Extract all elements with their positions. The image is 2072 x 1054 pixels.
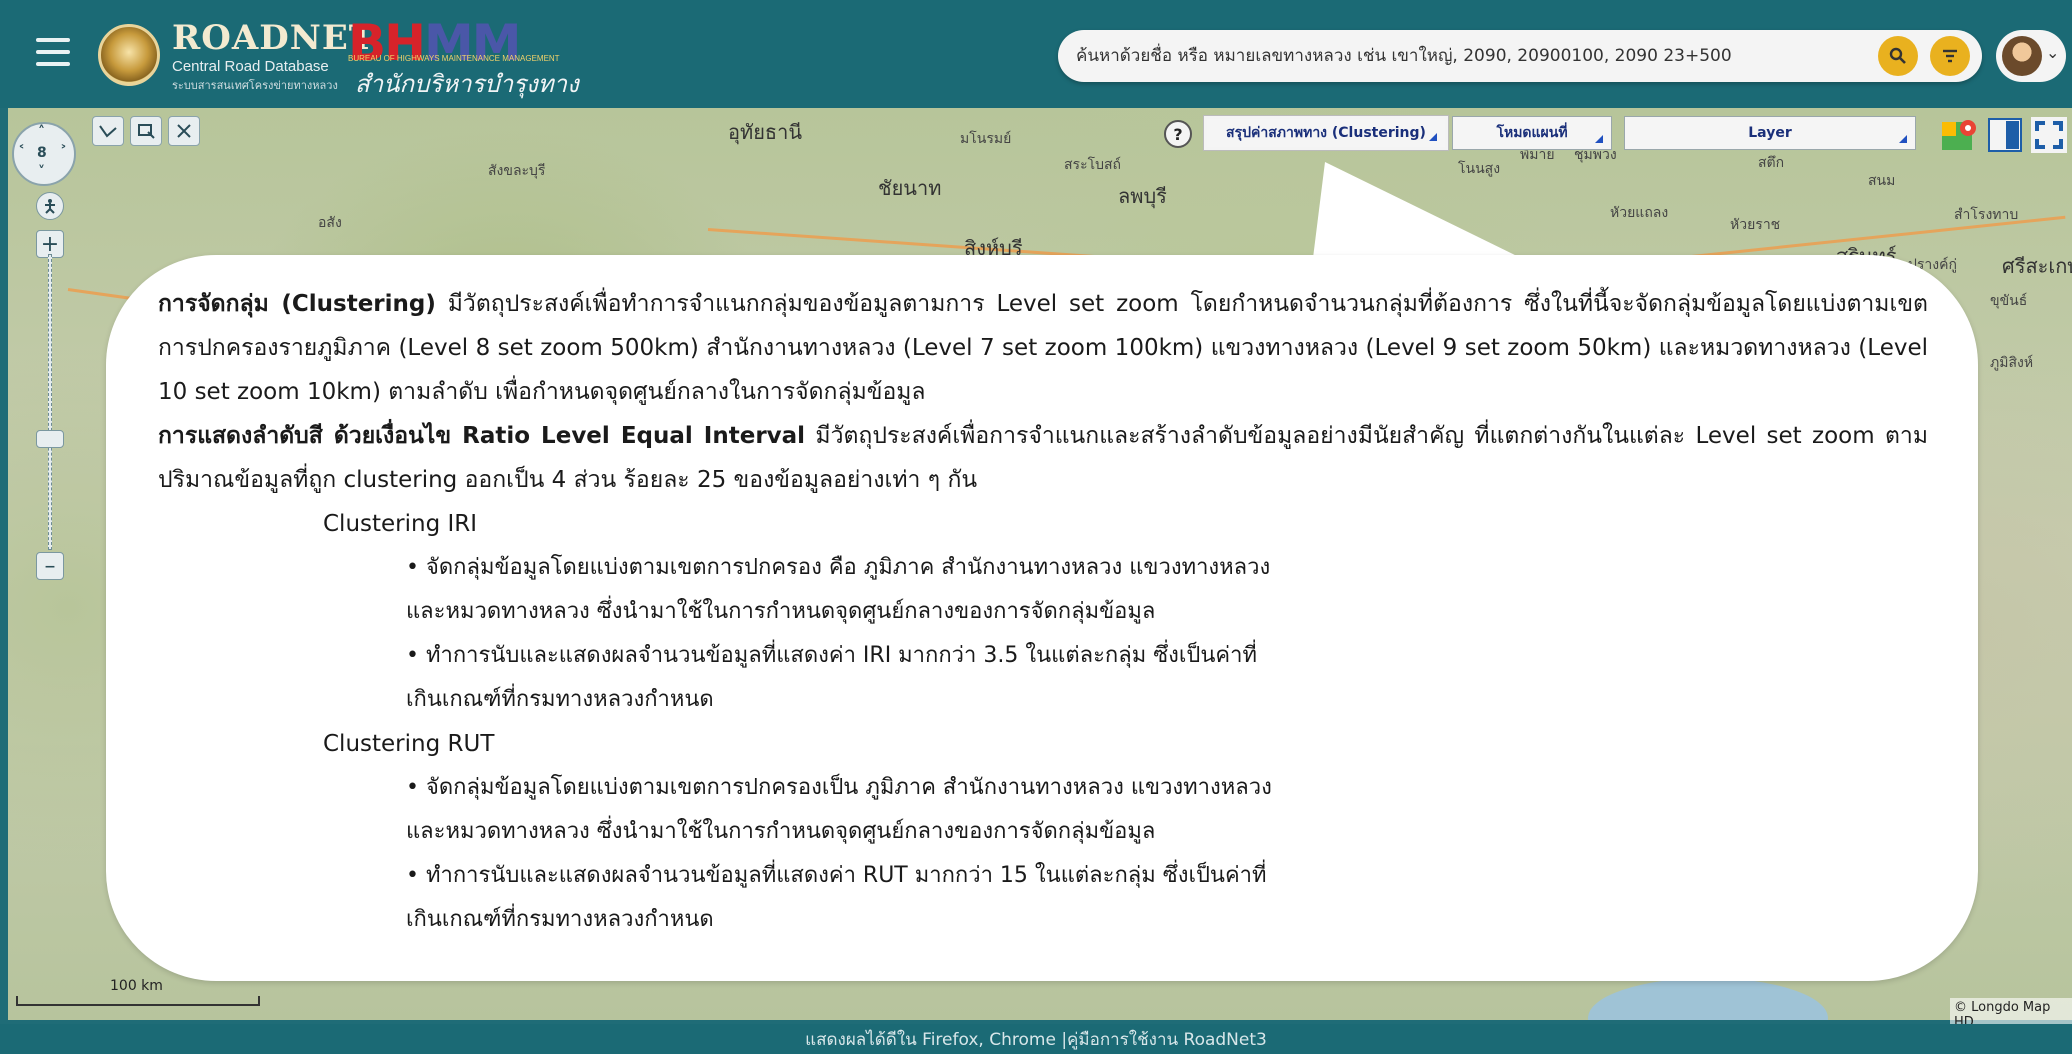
zoom-level-indicator: 8 xyxy=(37,145,47,161)
pan-right-icon[interactable]: ˃ xyxy=(60,144,67,160)
chevron-down-icon: ⌄ xyxy=(2046,43,2060,62)
filter-icon xyxy=(1943,49,1957,63)
map-scale-bar xyxy=(16,996,260,1006)
layer-select[interactable]: Layer xyxy=(1624,116,1916,150)
pan-control[interactable]: ˄ ˅ ˂ ˃ 8 xyxy=(12,122,76,186)
app-header: ROADNET Central Road Database ระบบสารสนเ… xyxy=(0,0,2072,108)
map-scale-label: 100 km xyxy=(110,978,163,994)
rut-bullet-2-line-1: • ทำการนับและแสดงผลจำนวนข้อมูลที่แสดงค่า… xyxy=(406,863,1267,888)
map-place-label: อสัง xyxy=(318,215,342,231)
map-place-label: ลพบุรี xyxy=(1118,184,1167,208)
map-place-label: สำโรงทาบ xyxy=(1954,207,2019,223)
dropdown-arrow-icon xyxy=(1595,135,1603,143)
draw-line-button[interactable] xyxy=(92,116,124,146)
pan-up-icon[interactable]: ˄ xyxy=(38,124,45,140)
select-area-button[interactable] xyxy=(130,116,162,146)
pan-left-icon[interactable]: ˂ xyxy=(18,144,25,160)
dropdown-arrow-icon xyxy=(1429,133,1437,141)
map-place-label: ศรีสะเกษ xyxy=(2002,254,2072,278)
iri-heading: Clustering IRI xyxy=(323,511,478,537)
clear-drawing-button[interactable] xyxy=(168,116,200,146)
color-ranking-description: การแสดงลำดับสี ด้วยเงื่อนไข Ratio Level … xyxy=(158,414,1928,502)
bhmm-logo-subtitle: BUREAU OF HIGHWAYS MAINTENANCE MANAGEMEN… xyxy=(348,54,560,63)
draw-line-icon xyxy=(99,125,117,138)
street-view-button[interactable] xyxy=(36,192,64,220)
rut-heading: Clustering RUT xyxy=(323,731,495,757)
rut-bullet-1-line-1: • จัดกลุ่มข้อมูลโดยแบ่งตามเขตการปกครองเป… xyxy=(406,775,1272,800)
roadnet-logo-title: ROADNET xyxy=(172,18,376,58)
map-place-label: สนม xyxy=(1868,173,1896,189)
pan-down-icon[interactable]: ˅ xyxy=(38,164,45,180)
zoom-out-button[interactable]: – xyxy=(36,552,64,580)
map-place-label: หัวยราช xyxy=(1730,217,1781,233)
map-place-label: สตึก xyxy=(1758,155,1785,171)
iri-bullet-2-line-2: เกินเกณฑ์ที่กรมทางหลวงกำหนด xyxy=(406,687,714,712)
avatar xyxy=(2002,36,2042,76)
person-icon xyxy=(45,199,55,214)
iri-bullet-1-line-1: • จัดกลุ่มข้อมูลโดยแบ่งตามเขตการปกครอง ค… xyxy=(406,555,1271,580)
map-place-label: สระโบสถ์ xyxy=(1064,157,1122,173)
layer-select-label: Layer xyxy=(1748,125,1792,141)
help-button[interactable]: ? xyxy=(1164,120,1192,148)
clustering-select[interactable]: สรุปค่าสภาพทาง (Clustering) xyxy=(1204,116,1448,150)
close-icon xyxy=(177,124,191,138)
clustering-term: การจัดกลุ่ม (Clustering) xyxy=(158,291,436,317)
map-place-label: สังขละบุรี xyxy=(488,163,546,179)
clustering-info-content: การจัดกลุ่ม (Clustering) มีวัตถุประสงค์เ… xyxy=(158,282,1928,942)
user-menu-button[interactable]: ⌄ xyxy=(1996,30,2066,82)
map-place-label: อุทัยธานี xyxy=(728,120,803,144)
sea-area xyxy=(1588,978,1828,1020)
color-ranking-term: การแสดงลำดับสี ด้วยเงื่อนไข Ratio Level … xyxy=(158,423,806,449)
roadnet-logo-subtitle-thai: ระบบสารสนเทศโครงข่ายทางหลวง xyxy=(172,80,338,92)
map-place-label: มโนรมย์ xyxy=(960,131,1012,147)
map-mode-select[interactable]: โหมดแผนที่ xyxy=(1452,116,1612,150)
rut-bullet-2-line-2: เกินเกณฑ์ที่กรมทางหลวงกำหนด xyxy=(406,907,714,932)
search-bar xyxy=(1058,30,1982,82)
browser-support-text: แสดงผลได้ดีใน Firefox, Chrome | xyxy=(805,1029,1068,1050)
clustering-description: การจัดกลุ่ม (Clustering) มีวัตถุประสงค์เ… xyxy=(158,282,1928,414)
search-input[interactable] xyxy=(1076,40,1876,72)
department-seal-logo xyxy=(98,24,160,86)
google-maps-icon[interactable] xyxy=(1940,116,1978,154)
app-footer: แสดงผลได้ดีใน Firefox, Chrome | คู่มือกา… xyxy=(0,1024,2072,1054)
filter-button[interactable] xyxy=(1930,36,1970,76)
iri-bullet-2-line-1: • ทำการนับและแสดงผลจำนวนข้อมูลที่แสดงค่า… xyxy=(406,643,1257,668)
search-button[interactable] xyxy=(1878,36,1918,76)
zoom-slider-handle[interactable] xyxy=(36,430,64,448)
clustering-select-label: สรุปค่าสภาพทาง (Clustering) xyxy=(1226,125,1426,141)
fullscreen-icon[interactable] xyxy=(2030,116,2068,154)
iri-bullet-1-line-2: และหมวดทางหลวง ซึ่งนำมาใช้ในการกำหนดจุดศ… xyxy=(406,599,1156,624)
hamburger-icon[interactable] xyxy=(36,38,70,70)
map-place-label: หัวยแถลง xyxy=(1610,205,1669,221)
zoom-slider-track[interactable] xyxy=(48,254,52,550)
select-area-icon xyxy=(138,124,155,139)
map-mode-select-label: โหมดแผนที่ xyxy=(1496,125,1568,141)
map-place-label: ภูมิสิงห์ xyxy=(1990,355,2034,371)
roadnet-logo-subtitle: Central Road Database xyxy=(172,58,329,75)
user-manual-link[interactable]: คู่มือการใช้งาน RoadNet3 xyxy=(1067,1026,1267,1053)
dropdown-arrow-icon xyxy=(1899,135,1907,143)
map-place-label: ชัยนาท xyxy=(878,176,942,200)
split-view-icon[interactable] xyxy=(1986,116,2024,154)
map-place-label: ขุขันธ์ xyxy=(1990,293,2028,309)
search-icon xyxy=(1889,47,1906,64)
rut-bullet-1-line-2: และหมวดทางหลวง ซึ่งนำมาใช้ในการกำหนดจุดศ… xyxy=(406,819,1156,844)
bhmm-logo-thai: สำนักบริหารบำรุงทาง xyxy=(355,70,579,98)
